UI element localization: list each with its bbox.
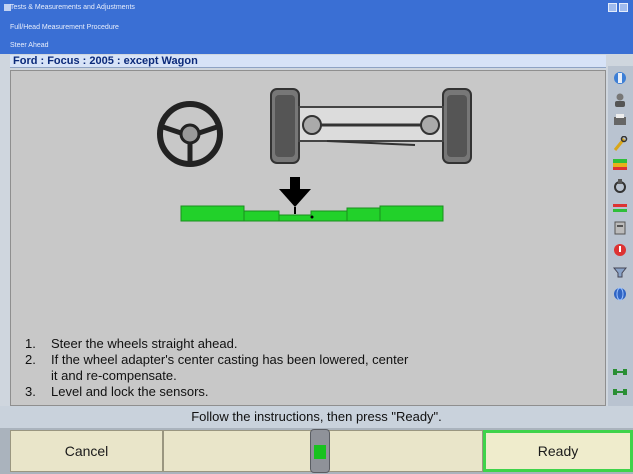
link-icon[interactable] [612, 384, 628, 400]
window-title: Tests & Measurements and Adjustments [10, 4, 135, 11]
warning-icon[interactable] [612, 242, 628, 258]
instruction-number: 2. [25, 352, 36, 367]
close-button[interactable] [619, 3, 628, 12]
filter-icon[interactable] [612, 264, 628, 280]
help-icon[interactable] [612, 220, 628, 236]
step-title: Steer Ahead [10, 42, 49, 49]
procedure-title: Full/Head Measurement Procedure [10, 24, 119, 31]
instruction-item: 3. Level and lock the sensors. [25, 384, 411, 400]
button-bar: Cancel Ready [0, 428, 633, 474]
instruction-text: Steer the wheels straight ahead. [51, 336, 238, 351]
center-pointer-icon [279, 177, 311, 214]
steering-wheel-icon [157, 101, 223, 167]
instruction-text: Level and lock the sensors. [51, 384, 209, 399]
wrench-icon[interactable] [612, 135, 628, 152]
sensor-level-fill [314, 445, 326, 459]
cancel-button[interactable]: Cancel [10, 430, 163, 472]
window-controls [608, 3, 628, 12]
vehicle-label: Ford : Focus : 2005 : except Wagon [10, 55, 606, 68]
globe-icon[interactable] [612, 286, 628, 302]
clamp-icon[interactable] [612, 178, 628, 194]
ready-button[interactable]: Ready [483, 430, 633, 472]
settings-icon[interactable] [612, 200, 628, 216]
steering-level-indicator [180, 205, 444, 222]
minimize-button[interactable] [608, 3, 617, 12]
user-icon[interactable] [612, 92, 628, 108]
instruction-number: 1. [25, 336, 36, 351]
instruction-item: 2. If the wheel adapter's center casting… [25, 352, 411, 384]
main-panel: 1. Steer the wheels straight ahead. 2. I… [10, 70, 606, 406]
status-message: Follow the instructions, then press "Rea… [0, 406, 633, 428]
tool-sidebar [608, 66, 633, 406]
tools-icon[interactable] [612, 70, 628, 86]
instruction-list: 1. Steer the wheels straight ahead. 2. I… [25, 336, 411, 400]
flag-icon[interactable] [612, 156, 628, 172]
instruction-text: If the wheel adapter's center casting ha… [51, 352, 409, 383]
instruction-number: 3. [25, 384, 36, 399]
sensor-level-gauge [310, 429, 330, 473]
link-icon[interactable] [612, 364, 628, 380]
axle-icon [270, 88, 472, 164]
instruction-item: 1. Steer the wheels straight ahead. [25, 336, 411, 352]
print-icon[interactable] [612, 112, 628, 128]
title-bar: Tests & Measurements and Adjustments Ful… [0, 0, 633, 54]
